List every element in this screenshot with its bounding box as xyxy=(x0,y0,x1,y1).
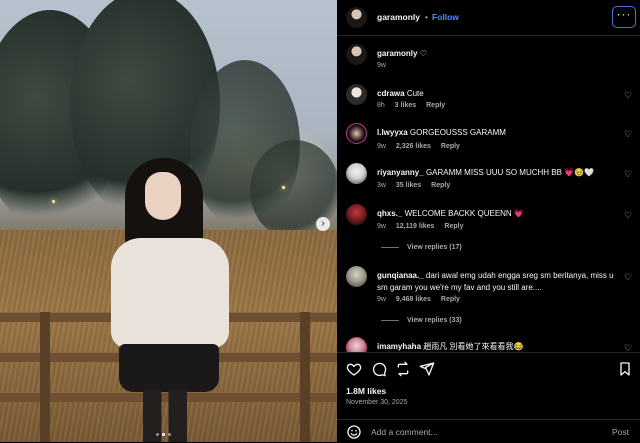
reply-button[interactable]: Reply xyxy=(431,182,450,189)
comment-username[interactable]: gunqianaa._ xyxy=(377,271,424,280)
comment-text: qhxs._ WELCOME BACKK QUEENN 💗 xyxy=(377,208,617,220)
comment-time: 9w xyxy=(377,143,386,150)
share-icon[interactable] xyxy=(419,361,435,377)
view-replies-label: View replies (17) xyxy=(407,244,462,251)
emoji-icon[interactable] xyxy=(346,424,362,440)
bench-post xyxy=(40,312,50,442)
like-comment-heart-icon[interactable]: ♡ xyxy=(624,169,632,180)
avatar[interactable] xyxy=(346,123,367,144)
view-replies-label: View replies (33) xyxy=(407,317,462,324)
bench-post xyxy=(300,312,310,442)
comment-username[interactable]: qhxs._ xyxy=(377,209,402,218)
comment-body: Cute xyxy=(406,89,424,98)
avatar[interactable] xyxy=(346,44,367,65)
avatar[interactable] xyxy=(346,266,367,287)
avatar[interactable] xyxy=(346,163,367,184)
more-options-button[interactable]: ··· xyxy=(612,6,636,28)
black-skirt xyxy=(119,344,219,392)
street-light xyxy=(282,186,285,189)
avatar[interactable] xyxy=(346,7,367,28)
likes-count[interactable]: 1.8M likes xyxy=(346,386,386,396)
divider-line xyxy=(381,319,399,321)
comment-body: GORGEOUSSS GARAMM xyxy=(409,128,506,137)
comment-time: 8h xyxy=(377,102,385,109)
face xyxy=(145,172,181,220)
comment-username[interactable]: riyanyanny_ xyxy=(377,168,424,177)
reply-button[interactable]: Reply xyxy=(444,223,463,230)
white-sweater xyxy=(111,238,229,348)
comment-username[interactable]: imamyhaha xyxy=(377,342,421,351)
chevron-right-icon[interactable]: › xyxy=(316,217,330,231)
instagram-post-viewer: › garamonly • Follow ··· garamonly ♡ 9w xyxy=(0,0,640,442)
carousel-dot-active xyxy=(162,433,165,436)
comment-icon[interactable] xyxy=(371,361,387,377)
like-comment-heart-icon[interactable]: ♡ xyxy=(624,272,632,283)
bookmark-icon[interactable] xyxy=(617,361,633,377)
caption-username[interactable]: garamonly xyxy=(377,49,417,58)
caption-meta: 9w xyxy=(377,62,394,69)
caption-body: ♡ xyxy=(419,49,427,58)
woman-figure xyxy=(105,158,235,442)
post-date: November 30, 2025 xyxy=(346,399,408,406)
carousel-dot xyxy=(156,433,159,436)
comment-body: GARAMM MISS UUU SO MUCHH BB 💗🥹🤍 xyxy=(425,168,595,177)
reply-button[interactable]: Reply xyxy=(441,143,460,150)
heart-icon[interactable] xyxy=(346,361,362,377)
comment-time: 3w xyxy=(377,182,386,189)
comment-likes[interactable]: 9,468 likes xyxy=(396,296,431,303)
comments-panel: garamonly • Follow ··· garamonly ♡ 9w cd… xyxy=(337,0,640,442)
avatar[interactable] xyxy=(346,204,367,225)
caption-time: 9w xyxy=(377,62,386,69)
comment-body: 趙雨凡 別看她了來看看我😂 xyxy=(423,342,524,351)
divider-line xyxy=(381,246,399,248)
avatar[interactable] xyxy=(346,84,367,105)
header-username[interactable]: garamonly xyxy=(377,12,420,22)
comment-meta: 9w 12,119 likes Reply xyxy=(377,223,471,230)
comment-likes[interactable]: 12,119 likes xyxy=(396,223,435,230)
carousel-dot xyxy=(168,433,171,436)
reply-button[interactable]: Reply xyxy=(426,102,445,109)
comment-likes[interactable]: 35 likes xyxy=(396,182,421,189)
view-replies-button[interactable]: View replies (33) xyxy=(381,317,462,324)
separator-dot: • xyxy=(425,12,428,22)
view-replies-button[interactable]: View replies (17) xyxy=(381,244,462,251)
comment-meta: 8h 3 likes Reply xyxy=(377,102,453,109)
comment-text: l.lwyyxa GORGEOUSSS GARAMM xyxy=(377,127,617,139)
street-light xyxy=(52,200,55,203)
carousel-dots xyxy=(156,433,171,436)
comment-username[interactable]: cdrawa xyxy=(377,89,405,98)
like-comment-heart-icon[interactable]: ♡ xyxy=(624,210,632,221)
add-comment-row: Add a comment... Post xyxy=(337,419,640,443)
comment-text: cdrawa Cute xyxy=(377,88,617,100)
comment-time: 9w xyxy=(377,223,386,230)
comment-body: WELCOME BACKK QUEENN 💗 xyxy=(404,209,524,218)
post-header: garamonly • Follow ··· xyxy=(337,0,640,36)
comment-meta: 3w 35 likes Reply xyxy=(377,182,458,189)
comment-meta: 9w 9,468 likes Reply xyxy=(377,296,468,303)
comment-likes[interactable]: 2,326 likes xyxy=(396,143,431,150)
caption-text: garamonly ♡ xyxy=(377,48,617,60)
post-photo[interactable]: › xyxy=(0,0,337,442)
add-comment-input[interactable]: Add a comment... xyxy=(371,427,438,437)
follow-button[interactable]: Follow xyxy=(432,12,459,22)
comment-text: gunqianaa._ dari awal emg udah engga sre… xyxy=(377,270,617,294)
like-comment-heart-icon[interactable]: ♡ xyxy=(624,90,632,101)
post-actions: 1.8M likes November 30, 2025 Add a comme… xyxy=(337,352,640,440)
comment-meta: 9w 2,326 likes Reply xyxy=(377,143,468,150)
comment-text: riyanyanny_ GARAMM MISS UUU SO MUCHH BB … xyxy=(377,167,617,179)
post-button[interactable]: Post xyxy=(612,427,629,437)
comment-likes[interactable]: 3 likes xyxy=(395,102,416,109)
repost-icon[interactable] xyxy=(395,361,411,377)
comment-time: 9w xyxy=(377,296,386,303)
like-comment-heart-icon[interactable]: ♡ xyxy=(624,129,632,140)
reply-button[interactable]: Reply xyxy=(441,296,460,303)
comment-username[interactable]: l.lwyyxa xyxy=(377,128,408,137)
